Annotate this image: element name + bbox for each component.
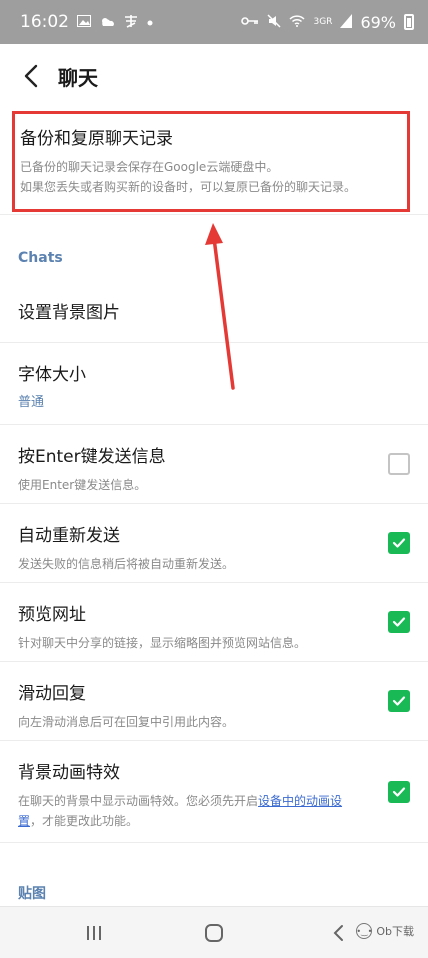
backup-title: 备份和复原聊天记录 [20,129,173,149]
setting-subtitle: 发送失败的信息稍后将被自动重新发送。 [18,557,235,571]
url-preview-checkbox[interactable] [388,611,410,633]
setting-subtitle: 针对聊天中分享的链接，显示缩略图并预览网站信息。 [18,636,307,650]
divider [0,214,428,215]
auto-resend-checkbox[interactable] [388,532,410,554]
enter-send-checkbox[interactable] [388,453,410,475]
setting-swipe-reply[interactable]: 滑动回复 向左滑动消息后可在回复中引用此内容。 [0,679,428,732]
backup-desc-line2: 如果您丢失或者购买新的设备时，可以复原已备份的聊天记录。 [20,180,357,194]
setting-subtitle: 在聊天的背景中显示动画特效。您必须先开启设备中的动画设置，才能更改此功能。 [18,791,356,831]
setting-auto-resend[interactable]: 自动重新发送 发送失败的信息稍后将被自动重新发送。 [0,521,428,574]
section-header-stickers: 贴图 [18,886,46,902]
navigation-bar: •‿• Ob下载 [0,906,428,958]
taobao-icon [123,14,139,31]
setting-bg-animation[interactable]: 背景动画特效 在聊天的背景中显示动画特效。您必须先开启设备中的动画设置，才能更改… [0,758,428,831]
font-size-value: 普通 [18,395,45,410]
status-left: 16:02 [20,12,153,32]
setting-title: 字体大小 [18,365,86,385]
status-time: 16:02 [20,12,69,32]
network-type: 3GR [313,16,333,27]
key-icon [241,15,259,29]
setting-font-size[interactable]: 字体大小 普通 [0,360,428,410]
divider [0,740,428,741]
wechat-icon: •‿• [356,923,373,939]
watermark-text: Ob下载 [376,925,414,938]
setting-enter-send[interactable]: 按Enter键发送信息 使用Enter键发送信息。 [0,442,428,495]
status-right: 3GR 69% [241,13,414,32]
setting-title: 设置背景图片 [18,303,120,323]
subtitle-text: 在聊天的背景中显示动画特效。您必须先开启 [18,794,259,808]
subtitle-text: ，才能更改此功能。 [30,814,139,828]
checkmark-icon [392,617,406,627]
swipe-reply-checkbox[interactable] [388,690,410,712]
backup-desc-line1: 已备份的聊天记录会保存在Google云端硬盘中。 [20,160,279,174]
checkmark-icon [392,538,406,548]
back-nav-button[interactable] [324,921,352,945]
image-icon [77,14,91,30]
backup-restore-item[interactable]: 备份和复原聊天记录 已备份的聊天记录会保存在Google云端硬盘中。 如果您丢失… [12,111,410,212]
watermark: •‿• Ob下载 [356,923,414,939]
back-button[interactable] [16,61,46,91]
setting-title: 预览网址 [18,605,86,625]
bg-animation-checkbox[interactable] [388,781,410,803]
recents-icon [87,926,101,940]
home-button[interactable] [200,921,228,945]
checkmark-icon [392,696,406,706]
setting-background-image[interactable]: 设置背景图片 [0,298,428,323]
page-title: 聊天 [58,65,98,90]
dot-icon [147,15,153,29]
setting-url-preview[interactable]: 预览网址 针对聊天中分享的链接，显示缩略图并预览网站信息。 [0,600,428,653]
wifi-icon [289,14,305,30]
section-header-chats: Chats [18,250,63,266]
setting-title: 背景动画特效 [18,763,120,783]
divider [0,342,428,343]
setting-title: 按Enter键发送信息 [18,447,166,467]
battery-icon [404,14,414,30]
recents-button[interactable] [80,921,108,945]
home-icon [205,924,223,942]
battery-percent: 69% [360,12,396,32]
status-bar: 16:02 3GR 69% [0,0,428,44]
setting-subtitle: 向左滑动消息后可在回复中引用此内容。 [18,715,235,729]
divider [0,582,428,583]
divider [0,842,428,843]
divider [0,661,428,662]
setting-title: 滑动回复 [18,684,86,704]
chevron-left-icon [24,64,38,88]
divider [0,424,428,425]
setting-subtitle: 使用Enter键发送信息。 [18,478,147,492]
divider [0,503,428,504]
checkmark-icon [392,787,406,797]
setting-title: 自动重新发送 [18,526,120,546]
signal-icon [340,13,353,31]
weather-icon [99,15,115,30]
back-nav-icon [333,925,343,941]
app-header: 聊天 [0,44,428,108]
mute-icon [267,13,281,31]
